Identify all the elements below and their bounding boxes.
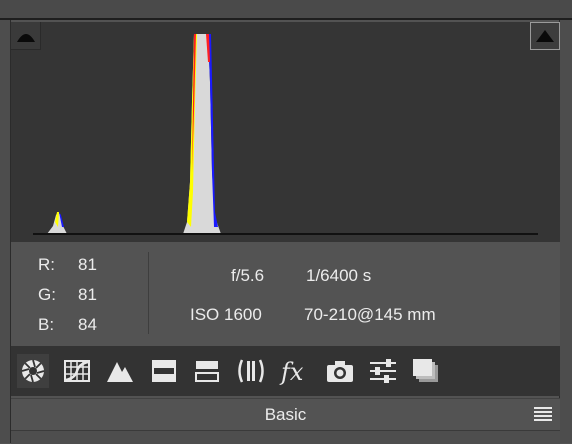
green-value: 81 <box>78 285 97 304</box>
detail-icon <box>107 362 133 382</box>
red-readout: R: 81 <box>38 255 118 275</box>
panel-menu-button[interactable] <box>534 407 552 421</box>
shadow-clipping-warning-icon <box>17 34 35 42</box>
panel-bottom-edge <box>11 430 560 444</box>
lens-corrections-icon <box>238 359 264 383</box>
red-value: 81 <box>78 255 97 274</box>
hsl-grayscale-icon <box>152 360 176 382</box>
camera-calibration-icon <box>327 361 353 382</box>
window-top-border <box>0 0 572 20</box>
presets-icon <box>370 359 396 383</box>
image-info-panel: R: 81 G: 81 B: 84 f/5.6 1/6400 s ISO 1600 7… <box>11 242 560 346</box>
effects-icon: fx <box>279 358 304 385</box>
iso-value: ISO 1600 <box>190 305 262 324</box>
blue-readout: B: 84 <box>38 315 118 335</box>
histogram <box>11 22 560 242</box>
tab-effects[interactable]: fx <box>279 354 311 388</box>
highlight-clipping-warning-button[interactable] <box>530 22 560 50</box>
histogram-graph <box>33 34 538 235</box>
right-edge <box>559 20 572 443</box>
section-title: Basic <box>264 405 307 424</box>
green-readout: G: 81 <box>38 285 118 305</box>
left-edge <box>0 20 11 443</box>
blue-label: B: <box>38 315 55 334</box>
panel-tabs-toolbar: fx <box>11 346 560 396</box>
aperture-value: f/5.6 <box>231 266 265 285</box>
panel-section-header: Basic <box>11 398 560 431</box>
tab-basic[interactable] <box>17 354 49 388</box>
shadow-clipping-warning-button[interactable] <box>11 22 41 50</box>
tab-hsl-grayscale[interactable] <box>148 354 180 388</box>
tab-detail[interactable] <box>104 354 136 388</box>
highlight-clipping-warning-icon <box>536 30 554 42</box>
shutter-speed-value: 1/6400 s <box>306 266 372 285</box>
tone-curve-icon <box>64 360 90 382</box>
tab-snapshots[interactable] <box>410 354 442 388</box>
tab-lens-corrections[interactable] <box>235 354 267 388</box>
blue-value: 84 <box>78 315 97 334</box>
tab-camera-calibration[interactable] <box>324 354 356 388</box>
red-label: R: <box>38 255 55 274</box>
svg-text:fx: fx <box>279 358 304 385</box>
focal-length-value: 70-210@145 mm <box>304 305 436 324</box>
snapshots-icon <box>413 359 438 382</box>
tab-split-toning[interactable] <box>191 354 223 388</box>
panel-menu-icon <box>534 407 552 421</box>
green-label: G: <box>38 285 56 304</box>
split-toning-icon <box>195 361 219 382</box>
tab-presets[interactable] <box>367 354 399 388</box>
info-divider <box>148 252 149 334</box>
tab-tone-curve[interactable] <box>61 354 93 388</box>
basic-icon <box>21 359 45 383</box>
